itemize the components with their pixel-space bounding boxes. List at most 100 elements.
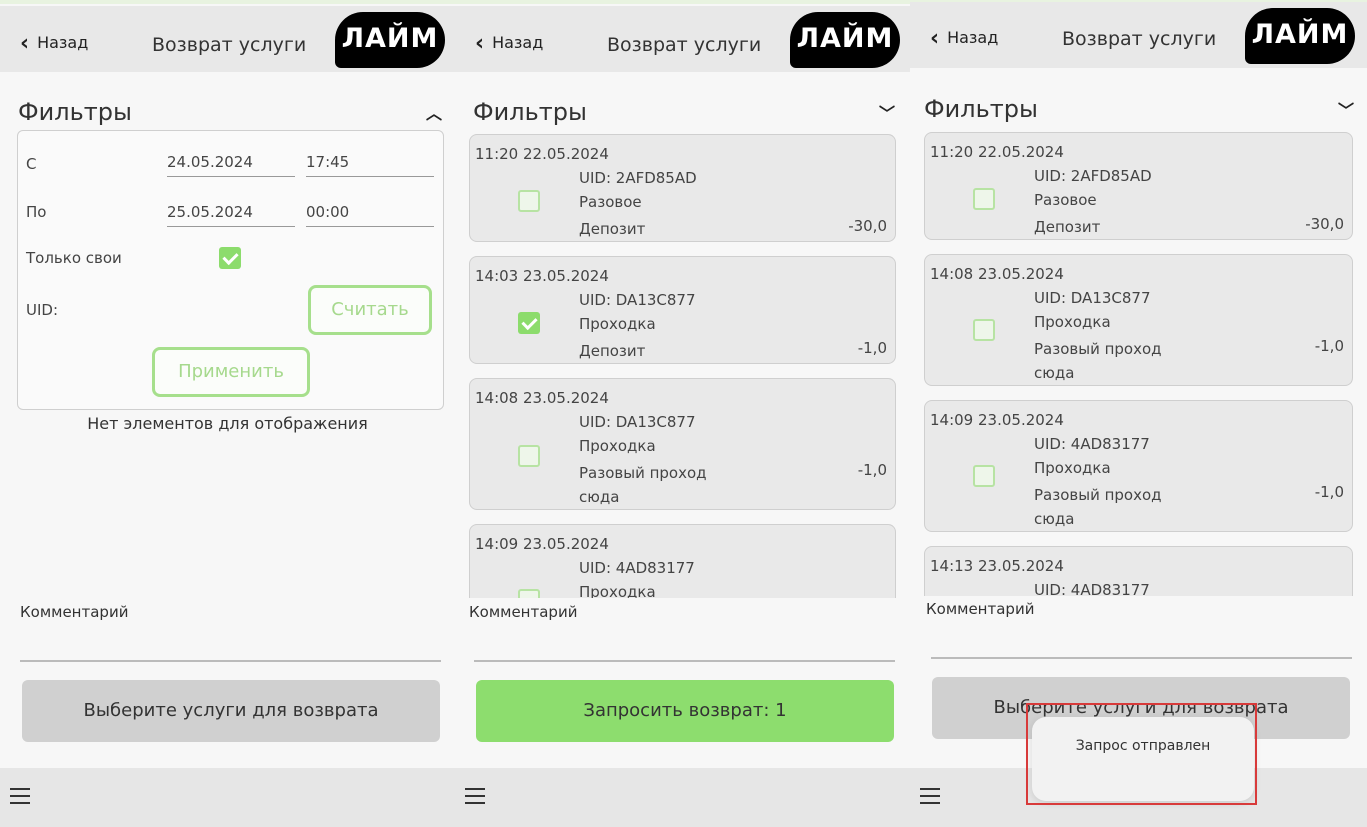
service-timestamp: 11:20 22.05.2024: [930, 143, 1064, 161]
from-time-field[interactable]: 17:45: [306, 153, 434, 177]
apply-button[interactable]: Применить: [152, 347, 310, 397]
bottom-bar: [455, 768, 910, 827]
service-timestamp: 14:13 23.05.2024: [930, 557, 1064, 575]
service-card[interactable]: 14:09 23.05.2024 UID: 4AD83177 Проходка …: [924, 400, 1353, 532]
comment-input[interactable]: [474, 660, 895, 662]
comment-label: Комментарий: [469, 603, 578, 621]
back-label: Назад: [947, 28, 999, 47]
service-amount: -1,0: [1314, 337, 1344, 355]
service-tariff: Разовый проход сюда: [579, 464, 707, 506]
menu-icon[interactable]: [920, 788, 940, 804]
comment-input[interactable]: [20, 660, 441, 662]
chevron-left-icon: ‹: [475, 31, 485, 56]
service-tariff: Депозит: [579, 342, 646, 360]
only-mine-checkbox[interactable]: [219, 247, 241, 269]
service-checkbox[interactable]: [973, 319, 995, 341]
service-uid: UID: 2AFD85AD: [1034, 167, 1152, 185]
app-header: ‹ Назад Возврат услуги ЛАЙМ: [0, 6, 455, 72]
service-card[interactable]: 14:03 23.05.2024 UID: DA13C877 Проходка …: [469, 256, 896, 364]
service-checkbox[interactable]: [973, 465, 995, 487]
service-timestamp: 14:09 23.05.2024: [930, 411, 1064, 429]
filters-title[interactable]: Фильтры: [473, 98, 587, 126]
service-card[interactable]: 14:08 23.05.2024 UID: DA13C877 Проходка …: [469, 378, 896, 510]
service-checkbox[interactable]: [518, 445, 540, 467]
service-tariff: Депозит: [1034, 218, 1101, 236]
service-type: Разовое: [1034, 191, 1097, 209]
service-timestamp: 14:03 23.05.2024: [475, 267, 609, 285]
service-amount: -1,0: [857, 339, 887, 357]
page-title: Возврат услуги: [1062, 28, 1217, 50]
service-type: Проходка: [579, 437, 656, 455]
only-mine-label: Только свои: [26, 249, 122, 267]
service-card[interactable]: 14:08 23.05.2024 UID: DA13C877 Проходка …: [924, 254, 1353, 386]
comment-label: Комментарий: [926, 600, 1035, 618]
service-uid: UID: 2AFD85AD: [579, 169, 697, 187]
back-button[interactable]: ‹ Назад: [20, 31, 89, 56]
service-uid: UID: 4AD83177: [1034, 435, 1150, 453]
top-accent-line: [0, 0, 455, 4]
back-button[interactable]: ‹ Назад: [475, 31, 543, 56]
back-button[interactable]: ‹ Назад: [930, 26, 999, 51]
service-card[interactable]: 14:13 23.05.2024 UID: 4AD83177: [924, 546, 1353, 596]
filters-title[interactable]: Фильтры: [924, 95, 1038, 123]
service-checkbox[interactable]: [973, 188, 995, 210]
service-tariff: Разовый проход сюда: [1034, 340, 1162, 382]
to-label: По: [26, 203, 47, 221]
service-card[interactable]: 11:20 22.05.2024 UID: 2AFD85AD Разовое Д…: [469, 134, 896, 242]
top-accent-line: [455, 0, 910, 4]
service-type: Проходка: [579, 315, 656, 333]
comment-input[interactable]: [931, 657, 1352, 659]
chevron-down-icon[interactable]: ﹀: [1338, 97, 1354, 121]
service-timestamp: 11:20 22.05.2024: [475, 145, 609, 163]
chevron-left-icon: ‹: [20, 31, 30, 56]
bottom-bar: [0, 768, 455, 827]
menu-icon[interactable]: [10, 788, 30, 804]
menu-icon[interactable]: [465, 788, 485, 804]
service-timestamp: 14:08 23.05.2024: [475, 389, 609, 407]
app-header: ‹ Назад Возврат услуги ЛАЙМ: [455, 6, 910, 72]
service-uid: UID: 4AD83177: [579, 559, 695, 577]
service-card[interactable]: 11:20 22.05.2024 UID: 2AFD85AD Разовое Д…: [924, 132, 1353, 240]
chevron-down-icon[interactable]: ﹀: [879, 100, 895, 124]
service-uid: UID: 4AD83177: [1034, 581, 1150, 596]
service-tariff: Депозит: [579, 220, 646, 238]
filters-title[interactable]: Фильтры: [18, 98, 132, 126]
service-uid: UID: DA13C877: [579, 413, 696, 431]
comment-label: Комментарий: [20, 603, 129, 621]
to-time-field[interactable]: 00:00: [306, 203, 434, 227]
page-title: Возврат услуги: [607, 34, 762, 56]
service-checkbox[interactable]: [518, 589, 540, 598]
uid-label: UID:: [26, 301, 59, 319]
chevron-up-icon[interactable]: ︿: [426, 100, 442, 124]
read-uid-button[interactable]: Считать: [308, 285, 432, 335]
service-uid: UID: DA13C877: [579, 291, 696, 309]
services-list: 11:20 22.05.2024 UID: 2AFD85AD Разовое Д…: [467, 128, 898, 598]
from-date-field[interactable]: 24.05.2024: [167, 153, 295, 177]
empty-state-text: Нет элементов для отображения: [87, 414, 368, 433]
to-date-field[interactable]: 25.05.2024: [167, 203, 295, 227]
service-type: Проходка: [1034, 313, 1111, 331]
service-checkbox[interactable]: [518, 312, 540, 334]
brand-logo: ЛАЙМ: [335, 12, 445, 68]
service-amount: -1,0: [1314, 483, 1344, 501]
from-label: С: [26, 155, 37, 173]
select-services-button[interactable]: Выберите услуги для возврата: [22, 680, 440, 742]
service-tariff: Разовый проход сюда: [1034, 486, 1162, 528]
app-header: ‹ Назад Возврат услуги ЛАЙМ: [910, 2, 1367, 68]
filters-panel: С 24.05.2024 17:45 По 25.05.2024 00:00 Т…: [17, 130, 444, 410]
chevron-left-icon: ‹: [930, 26, 940, 51]
back-label: Назад: [37, 33, 89, 52]
service-type: Проходка: [579, 583, 656, 598]
brand-logo: ЛАЙМ: [790, 12, 900, 68]
request-refund-button[interactable]: Запросить возврат: 1: [476, 680, 894, 742]
service-checkbox[interactable]: [518, 190, 540, 212]
screen-filters-expanded: ‹ Назад Возврат услуги ЛАЙМ Фильтры ︿ С 2…: [0, 0, 455, 827]
service-card[interactable]: 14:09 23.05.2024 UID: 4AD83177 Проходка: [469, 524, 896, 598]
service-amount: -30,0: [848, 217, 887, 235]
service-amount: -30,0: [1305, 215, 1344, 233]
service-amount: -1,0: [857, 461, 887, 479]
page-title: Возврат услуги: [152, 34, 307, 56]
highlight-box: [1026, 703, 1257, 805]
service-timestamp: 14:09 23.05.2024: [475, 535, 609, 553]
service-type: Разовое: [579, 193, 642, 211]
